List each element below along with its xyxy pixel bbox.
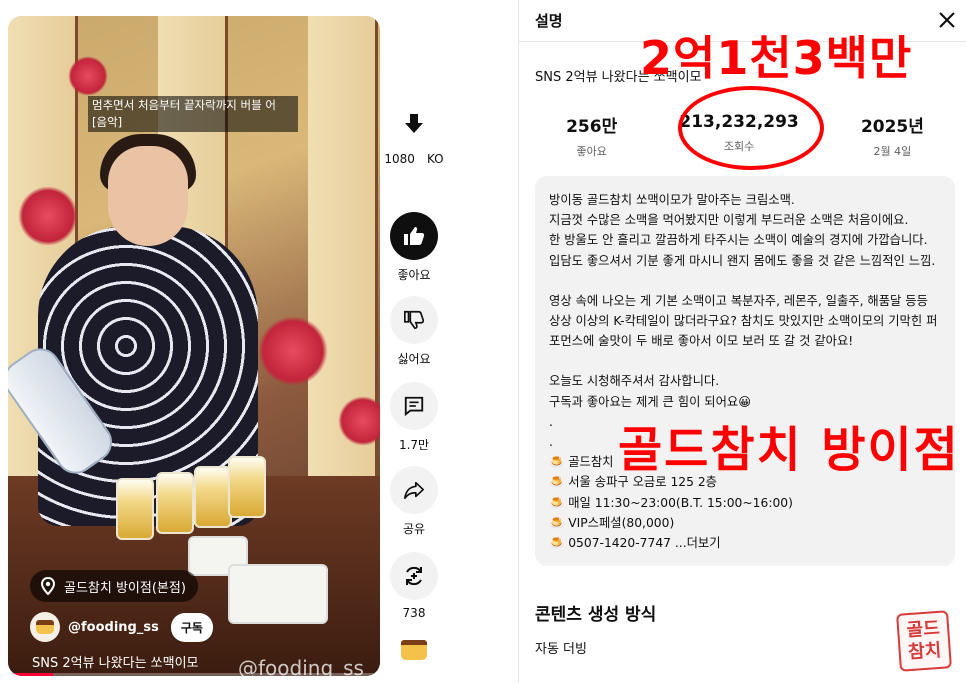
annotation-views: 2억1천3백만 — [640, 31, 913, 85]
auto-caption: 멈추면서 처음부터 끝자락까지 버블 어 [음악] — [88, 96, 298, 132]
share-action[interactable]: 공유 — [388, 466, 440, 537]
shorts-video-player[interactable]: 멈추면서 처음부터 끝자락까지 버블 어 [음악] 골드참치 방이점(본점) @… — [8, 16, 380, 676]
download-label: 1080 KO — [384, 152, 444, 166]
seal-text: 참치 — [907, 639, 942, 664]
section-title: 콘텐츠 생성 방식 — [535, 605, 657, 625]
comments-action[interactable]: 1.7만 — [388, 382, 440, 453]
section-subtitle: 자동 더빙 — [535, 642, 587, 657]
more-button[interactable]: ...더보기 — [675, 536, 721, 550]
comments-button[interactable] — [390, 382, 438, 430]
stat-label: 좋아요 — [576, 145, 607, 158]
thumbs-down-icon — [404, 310, 425, 330]
beer-glass — [156, 472, 194, 534]
comments-count: 1.7만 — [398, 438, 430, 452]
video-progress-bar[interactable] — [8, 673, 380, 676]
download-action[interactable]: 1080 KO — [384, 100, 444, 167]
caption-line: [음악] — [92, 115, 123, 129]
remix-action[interactable]: 738 — [388, 552, 440, 620]
beer-glass — [194, 466, 232, 528]
share-label: 공유 — [402, 522, 426, 536]
seal-stamp: 골드 참치 — [896, 610, 952, 672]
info-line: 🍮 VIP스페셜(80,000) — [549, 515, 675, 530]
wall-panel — [308, 16, 378, 536]
pudding-icon — [401, 640, 427, 660]
subscribe-button[interactable]: 구독 — [170, 612, 213, 642]
panel-title: 설명 — [535, 12, 563, 30]
location-label: 골드참치 방이점(본점) — [64, 580, 186, 596]
share-icon — [404, 481, 424, 500]
progress-fill — [8, 673, 53, 676]
info-line: 🍮 0507-1420-7747 ...더보기 — [549, 533, 941, 553]
dislike-button[interactable] — [390, 296, 438, 344]
like-label: 좋아요 — [397, 268, 431, 282]
remix-icon — [406, 566, 422, 586]
like-action[interactable]: 좋아요 — [388, 212, 440, 283]
blossom-decor — [338, 396, 380, 446]
channel-row: @fooding_ss 구독 — [30, 612, 213, 642]
beer-glass — [228, 456, 266, 518]
phone-line: 🍮 0507-1420-7747 — [549, 536, 675, 551]
dislike-label: 싫어요 — [397, 352, 431, 366]
description-paragraph: 방이동 골드참치 쏘맥이모가 말아주는 크림소맥. 지금껏 수많은 소맥을 먹어… — [549, 193, 936, 268]
stat-value: 2025년 — [860, 117, 924, 137]
stat-date: 2025년 2월 4일 — [861, 112, 924, 159]
blossom-decor — [68, 56, 108, 96]
action-rail: 1080 KO 좋아요 싫어요 1.7만 공유 738 — [380, 0, 448, 683]
blossom-decor — [258, 316, 328, 386]
pudding-icon — [36, 620, 54, 634]
remix-count: 738 — [402, 606, 426, 620]
channel-handle[interactable]: @fooding_ss — [68, 620, 159, 635]
dislike-action[interactable]: 싫어요 — [388, 296, 440, 367]
sound-thumbnail[interactable] — [388, 640, 440, 660]
description-paragraph: 영상 속에 나오는 게 기본 소맥이고 복분자주, 레몬주, 일출주, 해품달 … — [549, 293, 938, 349]
info-line: 🍮 매일 11:30~23:00(B.T. 15:00~16:00) — [549, 495, 793, 510]
thumbs-up-icon — [404, 227, 425, 245]
seal-text: 골드 — [905, 617, 941, 642]
remix-button[interactable] — [390, 552, 438, 600]
video-title[interactable]: SNS 2억뷰 나왔다는 쏘맥이모 — [32, 652, 199, 671]
caption-line: 멈추면서 처음부터 끝자락까지 버블 어 — [92, 98, 276, 112]
location-chip[interactable]: 골드참치 방이점(본점) — [30, 570, 198, 602]
annotation-location: 골드참치 방이점 — [618, 422, 960, 478]
blossom-decor — [18, 186, 78, 246]
channel-avatar[interactable] — [30, 612, 60, 642]
description-body[interactable]: 방이동 골드참치 쏘맥이모가 말아주는 크림소맥. 지금껏 수많은 소맥을 먹어… — [535, 176, 955, 566]
download-button[interactable] — [390, 100, 438, 148]
beer-glass — [116, 478, 154, 540]
location-pin-icon — [40, 577, 56, 595]
close-icon[interactable] — [935, 8, 959, 32]
stat-likes: 256만 좋아요 — [566, 112, 617, 159]
side-dish — [228, 564, 328, 624]
share-button[interactable] — [390, 466, 438, 514]
annotation-circle — [678, 86, 824, 170]
stat-label: 2월 4일 — [873, 145, 912, 158]
stat-value: 256만 — [566, 117, 618, 137]
comment-icon — [404, 396, 424, 417]
download-icon — [405, 114, 423, 133]
person-head — [108, 146, 188, 246]
like-button[interactable] — [390, 212, 438, 260]
